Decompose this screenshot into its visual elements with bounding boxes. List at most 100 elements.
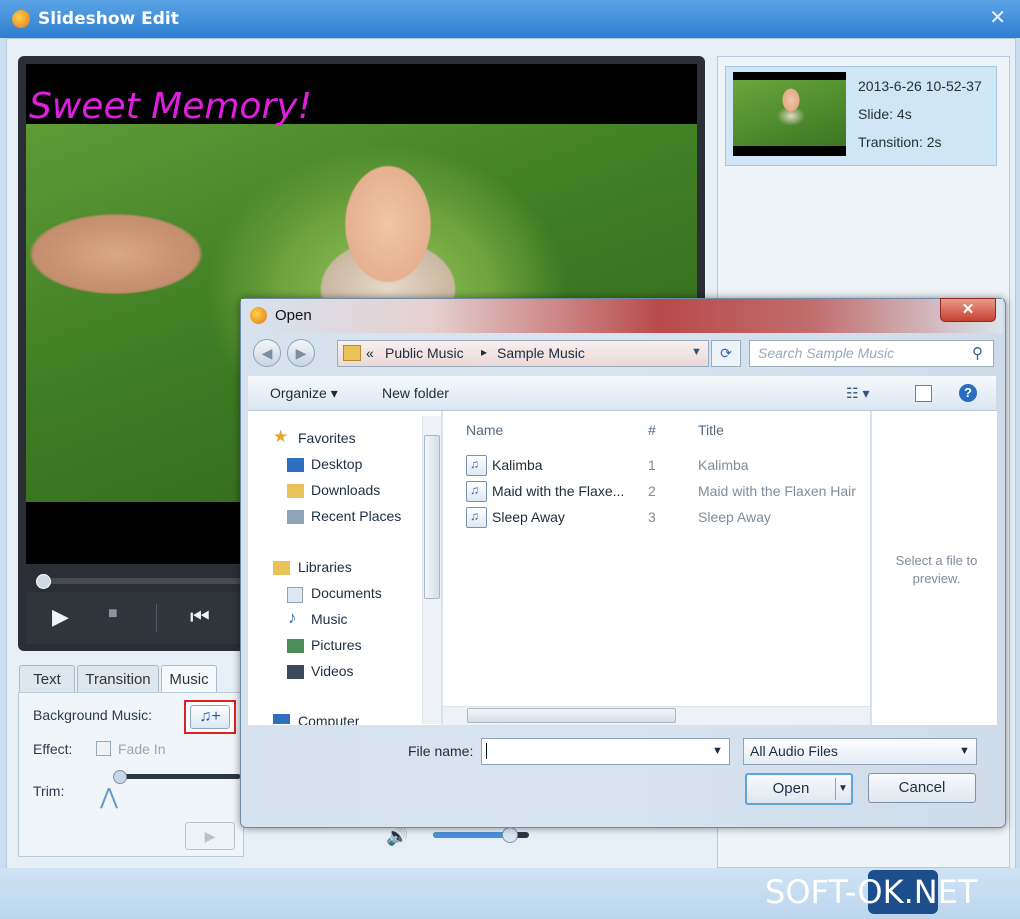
- stop-button[interactable]: ■: [108, 605, 118, 623]
- text-cursor: [486, 743, 487, 759]
- fade-in-checkbox[interactable]: [96, 741, 111, 756]
- help-icon[interactable]: ?: [959, 384, 977, 402]
- volume-icon[interactable]: 🔊: [386, 826, 408, 847]
- trim-slider[interactable]: [115, 774, 240, 779]
- folder-icon: [343, 345, 361, 361]
- file-name-sleep-away[interactable]: Sleep Away: [492, 509, 565, 525]
- fade-in-label: Fade In: [118, 741, 166, 757]
- column-name[interactable]: Name: [466, 422, 503, 438]
- nav-scroll-thumb[interactable]: [424, 435, 440, 599]
- slide-duration: Slide: 4s: [858, 106, 912, 122]
- file-list-hscroll-thumb[interactable]: [467, 708, 676, 723]
- file-type-dropdown-icon[interactable]: ▼: [959, 745, 970, 757]
- transition-duration: Transition: 2s: [858, 134, 942, 150]
- music-note-icon: ♪: [288, 608, 297, 627]
- file-type-value: All Audio Files: [750, 743, 838, 759]
- slide-date: 2013-6-26 10-52-37: [858, 78, 982, 94]
- nav-downloads[interactable]: Downloads: [311, 482, 380, 498]
- seek-thumb[interactable]: [36, 574, 51, 589]
- playback-controls: ▶ ■ ⏮: [26, 592, 256, 644]
- file-name-kalimba[interactable]: Kalimba: [492, 457, 543, 473]
- trim-icon: ⋀: [100, 784, 119, 809]
- address-dropdown-icon[interactable]: ▼: [691, 346, 702, 358]
- app-icon: [12, 10, 30, 28]
- audio-file-icon: [466, 481, 487, 502]
- desktop-icon: [287, 458, 304, 472]
- nav-videos[interactable]: Videos: [311, 663, 354, 679]
- file-name-label: File name:: [408, 743, 474, 759]
- watermark-right: .NET: [903, 873, 978, 911]
- dialog-title: Open: [275, 307, 312, 324]
- file-title: Maid with the Flaxen Hair: [698, 483, 856, 499]
- open-button[interactable]: Open ▼: [745, 773, 853, 805]
- dialog-app-icon: [250, 307, 267, 324]
- nav-recent-places[interactable]: Recent Places: [311, 508, 401, 524]
- breadcrumb-public-music[interactable]: Public Music: [385, 345, 464, 361]
- tab-transition[interactable]: Transition: [77, 665, 159, 693]
- control-divider: [156, 604, 157, 632]
- slide-thumbnail-photo: [733, 80, 846, 146]
- file-title: Kalimba: [698, 457, 749, 473]
- nav-documents[interactable]: Documents: [311, 585, 382, 601]
- downloads-icon: [287, 484, 304, 498]
- nav-libraries[interactable]: Libraries: [298, 559, 352, 575]
- preview-pane-icon[interactable]: [915, 385, 932, 402]
- nav-desktop[interactable]: Desktop: [311, 456, 362, 472]
- background-music-label: Background Music:: [33, 707, 153, 723]
- file-name-maid-with-the-flaxen-hair[interactable]: Maid with the Flaxe...: [492, 483, 624, 499]
- column-number[interactable]: #: [648, 422, 656, 438]
- audio-file-icon: [466, 507, 487, 528]
- window-title: Slideshow Edit: [38, 9, 179, 29]
- file-type-select[interactable]: All Audio Files ▼: [743, 738, 977, 765]
- view-options-icon[interactable]: ☷ ▾: [846, 385, 869, 402]
- organize-menu[interactable]: Organize ▾: [270, 385, 338, 402]
- rewind-button[interactable]: ⏮: [190, 604, 210, 630]
- watermark: SOFT-OK.NET: [765, 873, 977, 911]
- preview-pane: Select a file to preview.: [871, 411, 997, 725]
- cancel-button[interactable]: Cancel: [868, 773, 976, 803]
- tab-text[interactable]: Text: [19, 665, 75, 693]
- open-dialog-titlebar: [241, 299, 1003, 333]
- volume-thumb[interactable]: [502, 827, 518, 843]
- breadcrumb-separator[interactable]: ▸: [481, 345, 487, 359]
- file-name-dropdown-icon[interactable]: ▼: [712, 745, 723, 757]
- file-number: 2: [648, 483, 656, 499]
- pictures-icon: [287, 639, 304, 653]
- file-title: Sleep Away: [698, 509, 771, 525]
- music-play-button[interactable]: ▶: [185, 822, 235, 850]
- star-icon: ★: [273, 427, 289, 446]
- nav-pictures[interactable]: Pictures: [311, 637, 362, 653]
- add-music-icon[interactable]: ♫+: [190, 705, 230, 729]
- preview-message: Select a file to preview.: [895, 553, 978, 586]
- nav-music[interactable]: Music: [311, 611, 348, 627]
- search-input[interactable]: Search Sample Music: [758, 345, 894, 361]
- recent-places-icon: [287, 510, 304, 524]
- trim-label: Trim:: [33, 783, 65, 799]
- open-dropdown-icon[interactable]: ▼: [838, 775, 848, 803]
- refresh-icon[interactable]: ⟳: [711, 340, 741, 367]
- seek-bar[interactable]: [38, 578, 246, 584]
- file-name-input[interactable]: ▼: [481, 738, 730, 765]
- overlay-text[interactable]: Sweet Memory!: [29, 86, 312, 127]
- forward-button[interactable]: ▶: [287, 339, 315, 367]
- nav-computer[interactable]: Computer: [298, 713, 359, 725]
- open-button-label: Open: [772, 780, 810, 797]
- window-titlebar: Slideshow Edit ✕: [0, 0, 1020, 38]
- new-folder-button[interactable]: New folder: [382, 385, 449, 401]
- tab-music[interactable]: Music: [161, 665, 217, 693]
- search-box[interactable]: Search Sample Music ⚲: [749, 340, 994, 367]
- search-icon[interactable]: ⚲: [972, 344, 983, 362]
- window-close-button[interactable]: ✕: [989, 5, 1006, 30]
- add-music-button-highlight: ♫+: [184, 700, 236, 734]
- trim-start-thumb[interactable]: [113, 770, 127, 784]
- open-split-divider: [835, 778, 836, 800]
- nav-favorites[interactable]: Favorites: [298, 430, 356, 446]
- address-bar[interactable]: « Public Music ▸ Sample Music ▼: [337, 340, 709, 367]
- dialog-close-button[interactable]: ✕: [940, 298, 996, 322]
- column-title[interactable]: Title: [698, 422, 724, 438]
- back-button[interactable]: ◀: [253, 339, 281, 367]
- play-button[interactable]: ▶: [52, 604, 69, 630]
- dialog-toolbar: Organize ▾ New folder ☷ ▾ ?: [248, 376, 996, 411]
- audio-file-icon: [466, 455, 487, 476]
- breadcrumb-sample-music[interactable]: Sample Music: [497, 345, 585, 361]
